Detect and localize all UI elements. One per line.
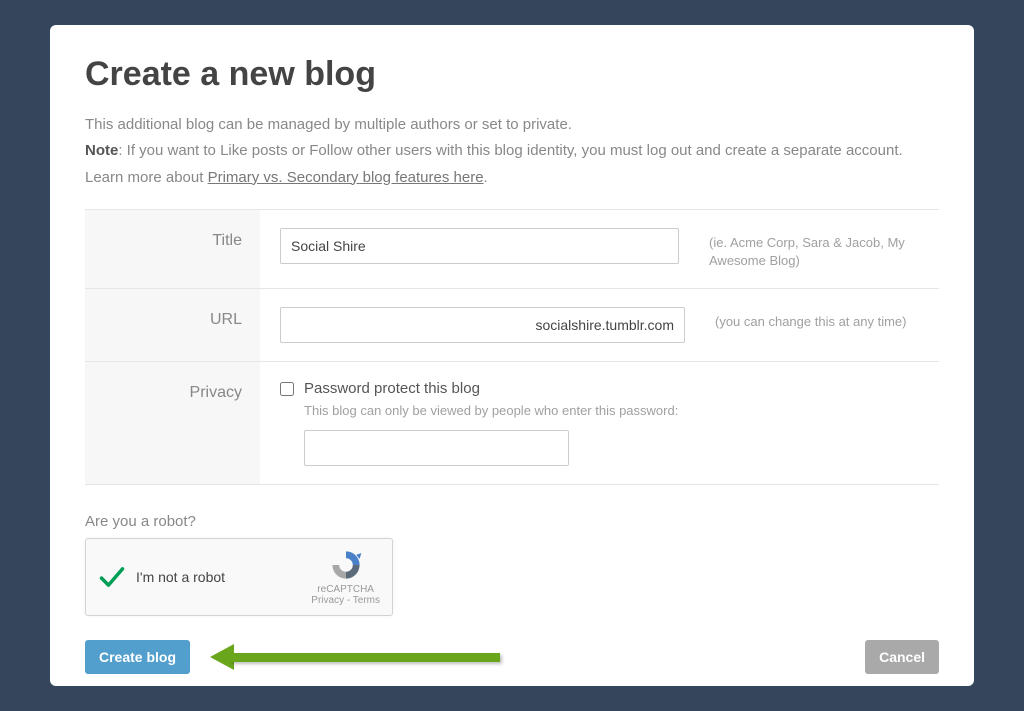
privacy-sub-hint: This blog can only be viewed by people w… — [304, 403, 678, 418]
checkmark-icon — [98, 563, 126, 591]
robot-question: Are you a robot? — [85, 513, 939, 530]
note-label: Note — [85, 142, 118, 159]
recaptcha-icon — [329, 548, 363, 582]
page-title: Create a new blog — [85, 55, 939, 94]
note-text: : If you want to Like posts or Follow ot… — [118, 142, 902, 159]
cancel-button[interactable]: Cancel — [865, 640, 939, 674]
intro-learn: Learn more about Primary vs. Secondary b… — [85, 165, 939, 191]
robot-section: Are you a robot? I'm not a robot reCAPTC… — [85, 513, 939, 616]
recaptcha-brand-text: reCAPTCHA — [311, 584, 380, 595]
row-privacy: Privacy Password protect this blog This … — [85, 362, 939, 485]
recaptcha-brand: reCAPTCHA Privacy - Terms — [311, 548, 380, 606]
intro-note: Note: If you want to Like posts or Follo… — [85, 138, 939, 164]
url-hint: (you can change this at any time) — [715, 307, 907, 331]
blog-form: Title (ie. Acme Corp, Sara & Jacob, My A… — [85, 209, 939, 485]
row-url: URL (you can change this at any time) — [85, 289, 939, 362]
password-protect-label: Password protect this blog — [304, 380, 480, 397]
learn-suffix: . — [484, 169, 488, 186]
intro-text: This additional blog can be managed by m… — [85, 112, 939, 191]
create-blog-modal: Create a new blog This additional blog c… — [50, 25, 974, 686]
intro-line1: This additional blog can be managed by m… — [85, 112, 939, 138]
annotation-arrow-icon — [210, 647, 500, 667]
recaptcha-privacy-terms[interactable]: Privacy - Terms — [311, 595, 380, 606]
password-protect-checkbox[interactable] — [280, 382, 294, 396]
title-hint: (ie. Acme Corp, Sara & Jacob, My Awesome… — [709, 228, 919, 270]
recaptcha-label: I'm not a robot — [136, 569, 311, 585]
learn-prefix: Learn more about — [85, 169, 208, 186]
row-title: Title (ie. Acme Corp, Sara & Jacob, My A… — [85, 210, 939, 289]
url-input[interactable] — [280, 307, 685, 343]
create-blog-button[interactable]: Create blog — [85, 640, 190, 674]
privacy-label: Privacy — [85, 362, 260, 484]
blog-password-input[interactable] — [304, 430, 569, 466]
title-input[interactable] — [280, 228, 679, 264]
learn-more-link[interactable]: Primary vs. Secondary blog features here — [208, 169, 484, 186]
url-label: URL — [85, 289, 260, 361]
privacy-check-line[interactable]: Password protect this blog — [280, 380, 678, 397]
actions-row: Create blog Cancel — [85, 640, 939, 674]
recaptcha-widget[interactable]: I'm not a robot reCAPTCHA Privacy - Term… — [85, 538, 393, 616]
title-label: Title — [85, 210, 260, 288]
